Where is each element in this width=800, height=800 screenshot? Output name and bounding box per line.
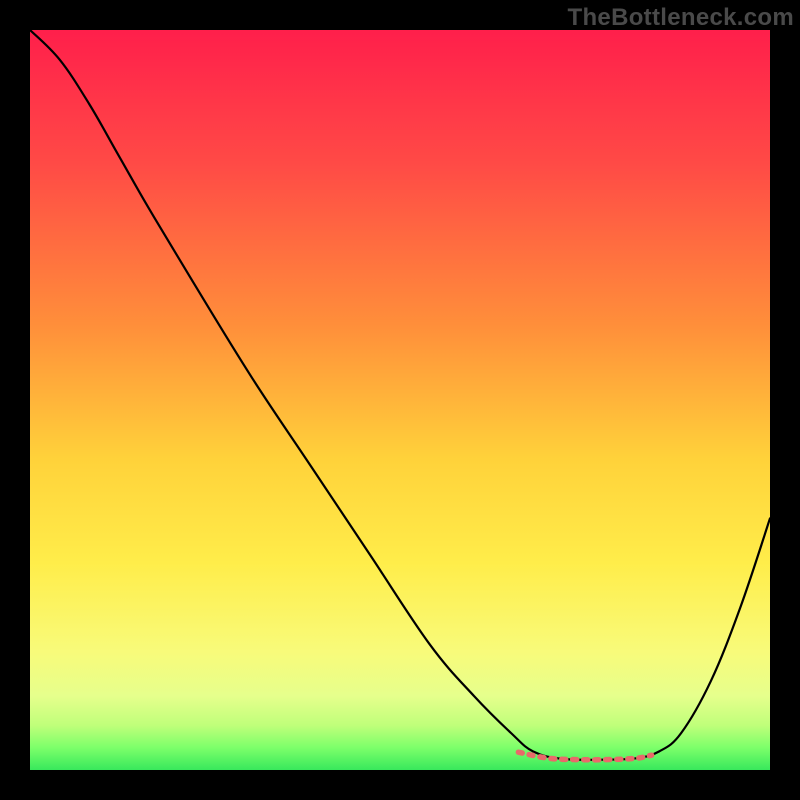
- chart-background: [30, 30, 770, 770]
- chart-frame: [30, 30, 770, 770]
- watermark-text: TheBottleneck.com: [568, 4, 794, 32]
- bottleneck-chart: [30, 30, 770, 770]
